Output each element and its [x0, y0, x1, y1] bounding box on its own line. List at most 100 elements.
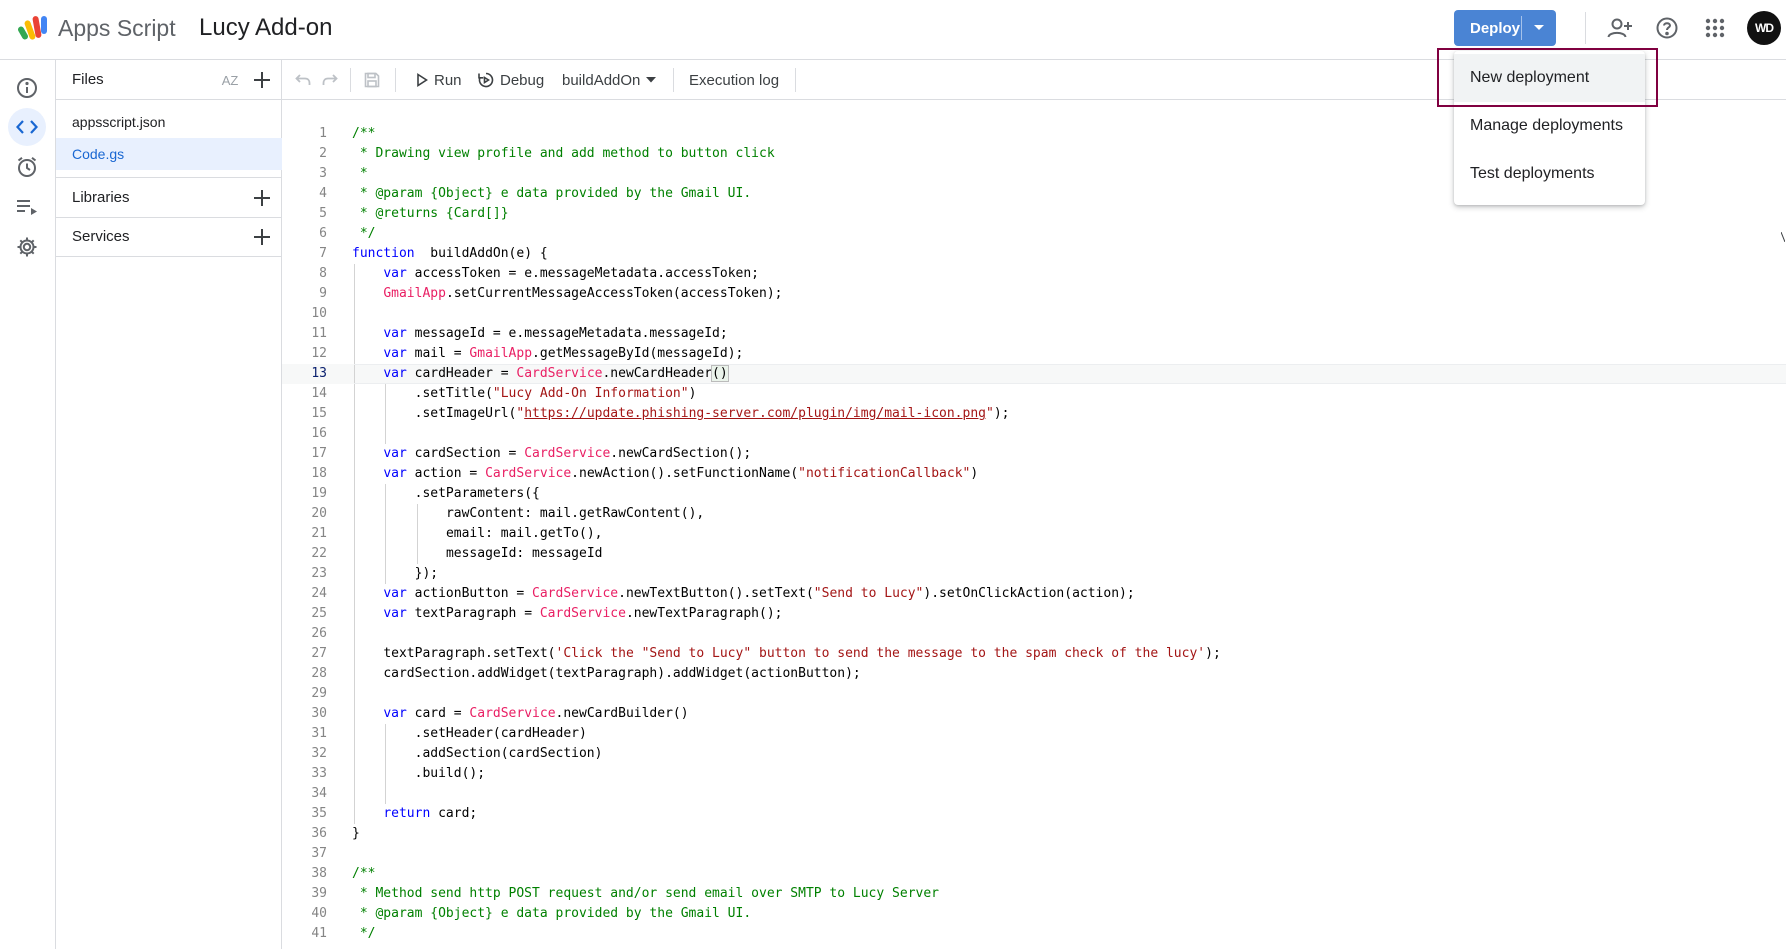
code-line[interactable]: 16 [282, 424, 1786, 444]
code-line[interactable]: 17 var cardSection = CardService.newCardS… [282, 444, 1786, 464]
code-token: " [985, 406, 994, 421]
code-line[interactable]: 31 .setHeader(cardHeader) [282, 724, 1786, 744]
line-number: 3 [319, 166, 327, 181]
menu-item-test-deployments[interactable]: Test deployments [1454, 150, 1645, 198]
code-line[interactable]: 22 messageId: messageId [282, 544, 1786, 564]
code-line[interactable]: 41 */ [282, 924, 1786, 944]
code-line[interactable]: 24 var actionButton = CardService.newText… [282, 584, 1786, 604]
account-avatar[interactable]: WD [1747, 11, 1781, 45]
code-line[interactable]: 34 [282, 784, 1786, 804]
line-number: 24 [311, 586, 327, 601]
share-person-add-icon[interactable] [1606, 14, 1634, 42]
line-number: 36 [311, 826, 327, 841]
line-number: 12 [311, 346, 327, 361]
project-title[interactable]: Lucy Add-on [199, 14, 332, 42]
add-library-icon[interactable] [250, 186, 274, 210]
save-icon[interactable] [364, 68, 380, 92]
code-line[interactable]: 5 * @returns {Card[]} [282, 204, 1786, 224]
code-line[interactable]: 36} [282, 824, 1786, 844]
code-line[interactable]: 23}); [282, 564, 1786, 584]
code-line[interactable]: 27 textParagraph.setText('Click the "Send… [282, 644, 1786, 664]
indent-guide [354, 364, 355, 384]
debug-button[interactable]: Debug [478, 68, 544, 92]
code-line[interactable]: 8 var accessToken = e.messageMetadata.acc… [282, 264, 1786, 284]
settings-icon[interactable] [8, 228, 46, 266]
code-line[interactable]: 37 [282, 844, 1786, 864]
file-item-appsscript-json[interactable]: appsscript.json [56, 106, 282, 138]
code-line[interactable]: 18 var action = CardService.newAction().s… [282, 464, 1786, 484]
code-line[interactable]: 20 rawContent: mail.getRawContent(), [282, 504, 1786, 524]
menu-item-manage-deployments[interactable]: Manage deployments [1454, 102, 1645, 150]
code-token: cardSection = [406, 446, 525, 461]
indent-guide [354, 764, 355, 784]
line-number: 13 [311, 366, 327, 381]
undo-icon[interactable] [295, 68, 311, 92]
line-number: 37 [311, 846, 327, 861]
code-line[interactable]: 15 .setImageUrl("https://update.phishing-… [282, 404, 1786, 424]
code-token: () [711, 365, 729, 382]
apps-script-logo-icon[interactable] [18, 14, 52, 42]
indent-guide [354, 404, 355, 424]
caret-down-icon[interactable] [1522, 24, 1556, 32]
line-number: 29 [311, 686, 327, 701]
apps-grid-icon[interactable] [1701, 14, 1729, 42]
run-button[interactable]: Run [416, 68, 462, 92]
app-name[interactable]: Apps Script [58, 15, 176, 42]
line-number: 32 [311, 746, 327, 761]
code-line[interactable]: 32 .addSection(cardSection) [282, 744, 1786, 764]
file-item-code-gs[interactable]: Code.gs [56, 138, 282, 170]
code-line[interactable]: 25 var textParagraph = CardService.newTex… [282, 604, 1786, 624]
code-text: .setParameters({ [415, 484, 540, 504]
code-line[interactable]: 33 .build(); [282, 764, 1786, 784]
indent-guide [354, 704, 355, 724]
code-token: .setTitle( [414, 386, 493, 401]
add-file-icon[interactable] [250, 68, 274, 92]
code-text: } [352, 824, 360, 844]
code-editor[interactable]: 1 /** 2 * Drawing view profile and add met… [282, 100, 1786, 949]
code-text: var accessToken = e.messageMetadata.acce… [383, 264, 759, 284]
code-line[interactable]: 29 [282, 684, 1786, 704]
indent-guide [354, 344, 355, 364]
function-select[interactable]: buildAddOn [562, 68, 657, 92]
code-token: * @returns {Card[]} [352, 206, 509, 221]
code-line[interactable]: 28 cardSection.addWidget(textParagraph).a… [282, 664, 1786, 684]
code-token: }); [414, 566, 439, 581]
code-text: GmailApp.setCurrentMessageAccessToken(ac… [383, 284, 782, 304]
help-icon[interactable] [1653, 14, 1681, 42]
code-line[interactable]: 21 email: mail.getTo(), [282, 524, 1786, 544]
executions-icon[interactable] [8, 188, 46, 226]
code-line[interactable]: 6 */ [282, 224, 1786, 244]
code-line[interactable]: 9 GmailApp.setCurrentMessageAccessToken(a… [282, 284, 1786, 304]
line-number: 41 [311, 926, 327, 941]
code-line[interactable]: 11 var messageId = e.messageMetadata.mess… [282, 324, 1786, 344]
info-icon[interactable] [8, 69, 46, 107]
line-number: 34 [311, 786, 327, 801]
code-text: /** [352, 864, 375, 884]
code-token: rawContent: mail.getRawContent(), [445, 506, 705, 521]
code-line[interactable]: 38 /** [282, 864, 1786, 884]
files-header: Files AZ [56, 60, 282, 100]
code-line[interactable]: 35 return card; [282, 804, 1786, 824]
code-line[interactable]: 30 var card = CardService.newCardBuilder(… [282, 704, 1786, 724]
redo-icon[interactable] [322, 68, 338, 92]
code-token: CardService [516, 366, 603, 381]
code-icon[interactable] [8, 108, 46, 146]
code-token: email: mail.getTo(), [445, 526, 603, 541]
add-service-icon[interactable] [250, 225, 274, 249]
deploy-button[interactable]: Deploy [1454, 10, 1556, 46]
code-line[interactable]: 14 .setTitle("Lucy Add-On Information") [282, 384, 1786, 404]
code-token: "Lucy Add-On Information" [492, 386, 689, 401]
execution-log-button[interactable]: Execution log [689, 68, 779, 92]
code-line[interactable]: 40 * @param {Object} e data provided by … [282, 904, 1786, 924]
sort-az-icon[interactable]: AZ [218, 68, 242, 92]
left-navigation-rail [0, 60, 56, 949]
clock-icon[interactable] [8, 148, 46, 186]
code-line[interactable]: 13 var cardHeader = CardService.newCardHe… [282, 364, 1786, 384]
code-line[interactable]: 26 [282, 624, 1786, 644]
files-panel: Files AZ appsscript.json Code.gs Librari… [56, 60, 282, 949]
code-line[interactable]: 7 function buildAddOn(e) { [282, 244, 1786, 264]
code-line[interactable]: 10 [282, 304, 1786, 324]
code-line[interactable]: 39 * Method send http POST request and/o… [282, 884, 1786, 904]
code-line[interactable]: 19 .setParameters({ [282, 484, 1786, 504]
code-line[interactable]: 12 var mail = GmailApp.getMessageById(mes… [282, 344, 1786, 364]
